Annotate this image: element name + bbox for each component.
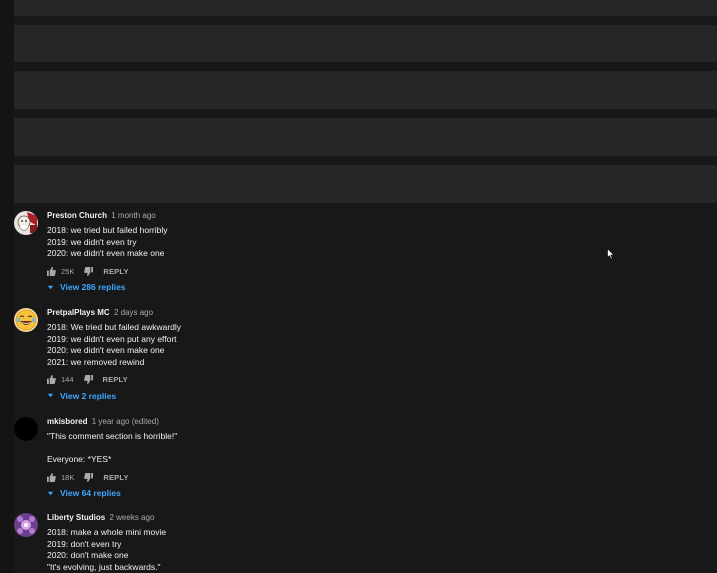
comment-line: 2019: don't even try [47,538,122,549]
comment-author[interactable]: Liberty Studios [47,513,105,522]
comment-line: 2018: we tried but failed horribly [47,225,168,235]
view-replies-button[interactable]: View 2 replies [47,390,507,402]
comment-timestamp[interactable]: 2 days ago [114,308,153,317]
reply-button[interactable]: REPLY [103,473,128,482]
view-replies-label: View 2 replies [60,390,117,401]
comment-actions: 18K REPLY [47,471,507,483]
left-margin [0,0,14,573]
comment-timestamp[interactable]: 1 year ago (edited) [92,417,159,426]
caret-down-icon [47,491,54,495]
comment-line: 2019: we didn't even put any effort [47,333,177,344]
view-replies-button[interactable]: View 64 replies [47,487,507,499]
comment-actions: 25K REPLY [47,265,507,277]
comment-text: 2018: we tried but failed horribly 2019:… [47,225,507,260]
comment-line: 2020: we didn't even make one [47,345,165,356]
comment-author[interactable]: mkisbored [47,417,87,426]
purple-pattern-avatar-icon[interactable] [14,513,38,537]
comment-thread: PretpalPlays MC 2 days ago 2018: We trie… [14,308,514,403]
comment-timestamp[interactable]: 2 weeks ago [109,513,154,522]
loading-placeholder-1 [14,0,717,16]
like-count: 18K [61,472,75,482]
comment-author[interactable]: Preston Church [47,211,107,220]
loading-placeholder-3 [14,71,717,109]
comment-text: 2018: We tried but failed awkwardly 2019… [47,322,507,369]
reply-button[interactable]: REPLY [103,267,128,276]
comment-line [47,443,507,455]
comment-thread: Liberty Studios 2 weeks ago 2018: make a… [14,513,514,573]
comment-thread: mkisbored 1 year ago (edited) "This comm… [14,417,514,502]
comment-thread: Preston Church 1 month ago 2018: we trie… [14,211,514,296]
loading-placeholder-2 [14,25,717,62]
comment-text: 2018: make a whole mini movie 2019: don'… [47,527,507,573]
caret-down-icon [47,285,54,289]
loading-placeholder-5 [14,165,717,203]
loading-placeholder-4 [14,118,717,156]
thumbs-up-icon[interactable] [47,266,56,276]
like-count: 25K [61,266,75,276]
view-replies-button[interactable]: View 286 replies [47,281,507,293]
comment-line: 2019: we didn't even try [47,236,137,247]
comment-line: Everyone: *YES* [47,454,112,465]
mouse-cursor-icon [607,248,615,260]
view-replies-label: View 286 replies [60,282,126,293]
comment-line: 2021: we removed rewind [47,357,145,368]
comment-line: 2020: we didn't even make one [47,248,165,259]
caret-down-icon [47,394,54,398]
comment-text: "This comment section is horrible!" Ever… [47,431,507,466]
reply-button[interactable]: REPLY [103,375,128,384]
thumbs-up-icon[interactable] [47,375,56,385]
thumbs-down-icon[interactable] [84,266,94,276]
comment-line: "It's evolving, just backwards." [47,562,161,573]
comment-line: 2020: don't make one [47,550,129,561]
santa-avatar-icon[interactable] [14,211,38,235]
like-count: 144 [61,375,74,385]
thumbs-up-icon[interactable] [47,472,56,482]
laughing-emoji-avatar-icon[interactable] [14,308,38,332]
comment-author[interactable]: PretpalPlays MC [47,308,110,317]
comment-line: 2018: make a whole mini movie [47,527,167,537]
thumbs-down-icon[interactable] [83,375,93,385]
black-circle-avatar-icon[interactable] [14,417,38,441]
comment-line: "This comment section is horrible!" [47,431,178,441]
comment-line: 2018: We tried but failed awkwardly [47,322,182,332]
thumbs-down-icon[interactable] [84,472,94,482]
comment-timestamp[interactable]: 1 month ago [111,211,155,220]
view-replies-label: View 64 replies [60,488,121,499]
comment-actions: 144 REPLY [47,374,507,386]
